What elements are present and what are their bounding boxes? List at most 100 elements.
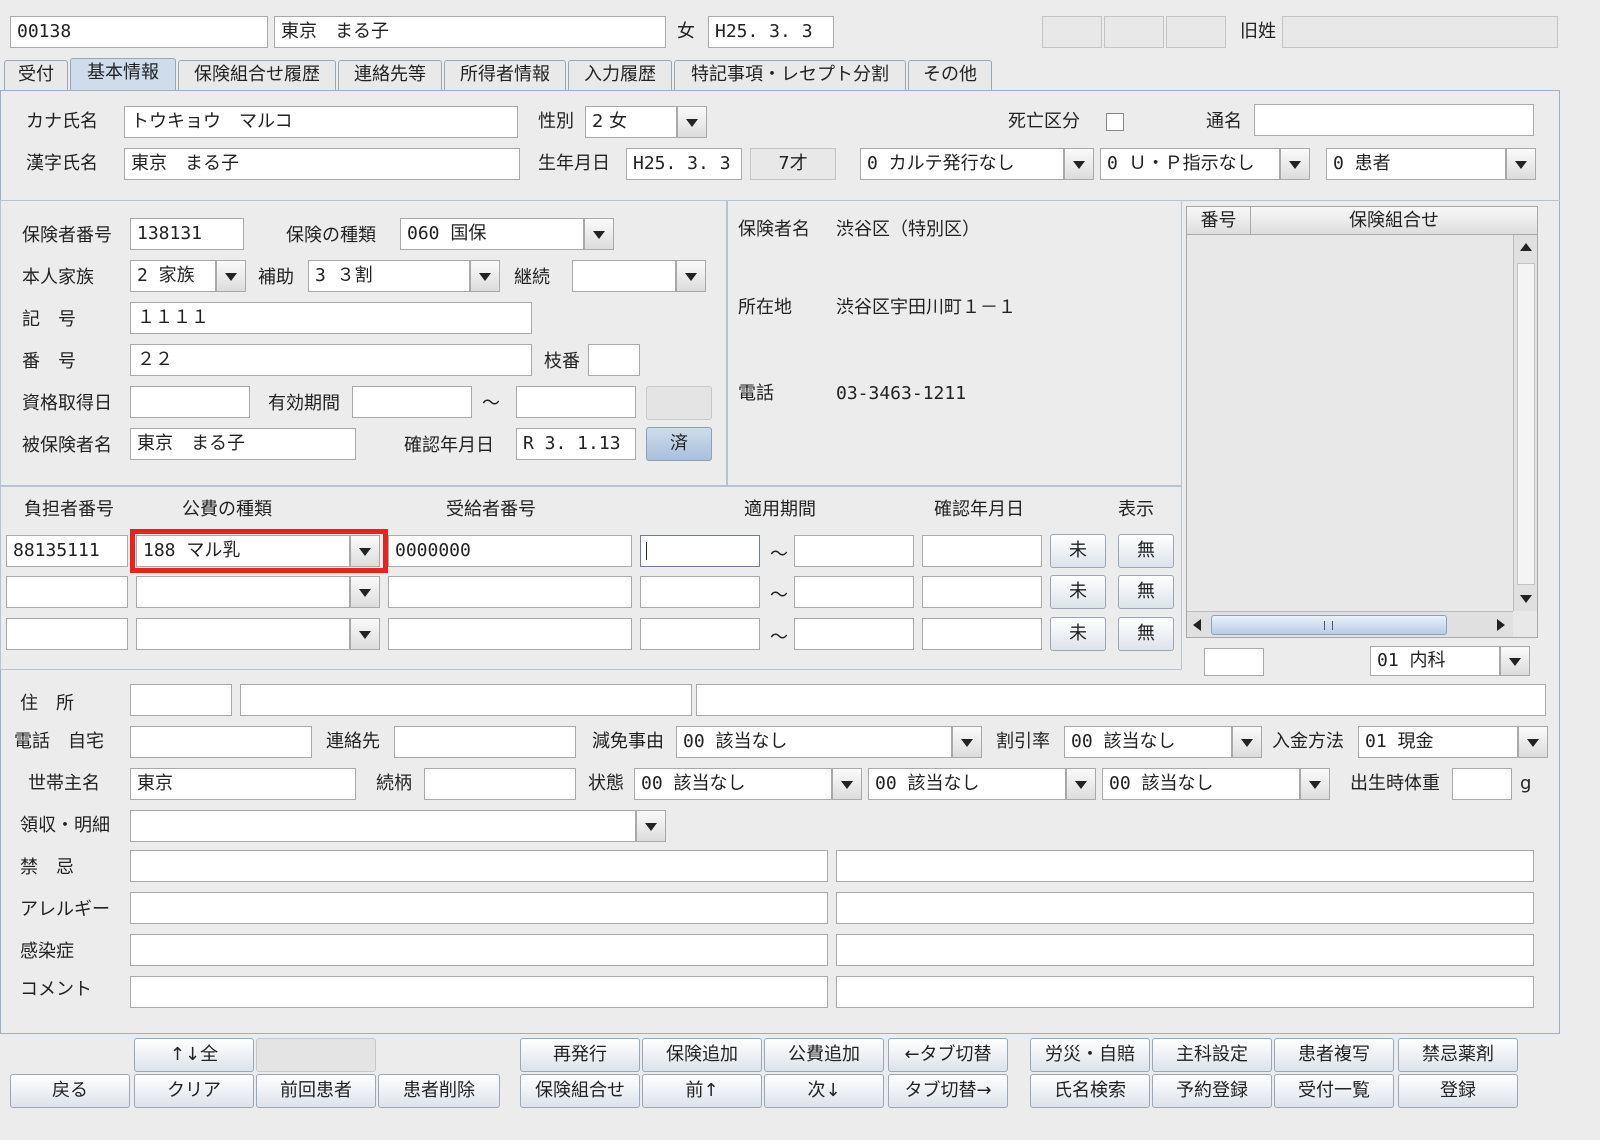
- alias-name-input[interactable]: [1254, 104, 1534, 136]
- tab-switch-right-button[interactable]: タブ切替→: [888, 1074, 1008, 1108]
- contact-input[interactable]: [394, 726, 576, 758]
- scroll-down-icon[interactable]: [1520, 595, 1532, 603]
- tab-other[interactable]: その他: [908, 60, 992, 90]
- patient-id-field[interactable]: 00138: [10, 16, 268, 48]
- acquired-date-input[interactable]: [130, 386, 250, 418]
- tab-notes-receipt[interactable]: 特記事項・レセプト分割: [674, 60, 906, 90]
- chevron-down-icon[interactable]: [1300, 768, 1330, 800]
- tab-switch-left-button[interactable]: ←タブ切替: [888, 1038, 1008, 1072]
- workers-comp-button[interactable]: 労災・自賠: [1030, 1038, 1150, 1072]
- householder-input[interactable]: 東京: [130, 768, 356, 800]
- back-button[interactable]: 戻る: [10, 1074, 130, 1108]
- confirm-done-button[interactable]: 済: [646, 427, 712, 461]
- comment-input-2[interactable]: [836, 976, 1534, 1008]
- recipient-number-input[interactable]: [388, 618, 632, 650]
- kanji-name-input[interactable]: 東京 まる子: [124, 148, 520, 180]
- reservation-button[interactable]: 予約登録: [1152, 1074, 1272, 1108]
- comment-input-1[interactable]: [130, 976, 828, 1008]
- discount-rate-select[interactable]: 00 該当なし: [1064, 726, 1262, 758]
- chevron-down-icon[interactable]: [1518, 726, 1548, 758]
- reissue-button[interactable]: 再発行: [520, 1038, 640, 1072]
- scroll-thumb[interactable]: [1211, 615, 1447, 635]
- tab-reception[interactable]: 受付: [4, 60, 68, 90]
- reduction-reason-select[interactable]: 00 該当なし: [676, 726, 982, 758]
- payer-number-input[interactable]: 88135111: [6, 535, 128, 567]
- chevron-down-icon[interactable]: [350, 576, 380, 608]
- horizontal-scrollbar[interactable]: [1187, 611, 1513, 637]
- chevron-down-icon[interactable]: [1500, 646, 1530, 676]
- symbol-input[interactable]: １１１１: [130, 302, 532, 334]
- chevron-down-icon[interactable]: [952, 726, 982, 758]
- chevron-down-icon[interactable]: [1066, 768, 1096, 800]
- chevron-down-icon[interactable]: [676, 260, 706, 292]
- recipient-number-input[interactable]: [388, 576, 632, 608]
- status-select-1[interactable]: 00 該当なし: [634, 768, 862, 800]
- valid-from-input[interactable]: [352, 386, 472, 418]
- insured-name-input[interactable]: 東京 まる子: [130, 428, 356, 460]
- contraindicated-drugs-button[interactable]: 禁忌薬剤: [1398, 1038, 1518, 1072]
- home-phone-input[interactable]: [130, 726, 312, 758]
- expense-kind-select[interactable]: 188 マル乳: [136, 535, 380, 567]
- taboo-input-1[interactable]: [130, 850, 828, 882]
- clear-button[interactable]: クリア: [134, 1074, 254, 1108]
- tab-insurance-history[interactable]: 保険組合せ履歴: [178, 60, 336, 90]
- register-button[interactable]: 登録: [1398, 1074, 1518, 1108]
- period-to-input[interactable]: [794, 576, 914, 608]
- valid-to-input[interactable]: [516, 386, 636, 418]
- chevron-down-icon[interactable]: [1506, 148, 1536, 180]
- insurance-combination-button[interactable]: 保険組合せ: [520, 1074, 640, 1108]
- address-line2-input[interactable]: [696, 684, 1546, 716]
- delete-patient-button[interactable]: 患者削除: [378, 1074, 500, 1108]
- name-search-button[interactable]: 氏名検索: [1030, 1074, 1150, 1108]
- expense-confirm-input[interactable]: [922, 618, 1042, 650]
- chevron-down-icon[interactable]: [1064, 148, 1094, 180]
- payer-number-input[interactable]: [6, 576, 128, 608]
- confirm-date-input[interactable]: R 3. 1.13: [516, 428, 636, 460]
- chevron-down-icon[interactable]: [636, 810, 666, 842]
- add-public-expense-button[interactable]: 公費追加: [764, 1038, 884, 1072]
- previous-button[interactable]: 前↑: [642, 1074, 762, 1108]
- display-none-button[interactable]: 無: [1118, 617, 1174, 651]
- tab-basic-info[interactable]: 基本情報: [70, 58, 176, 90]
- death-status-checkbox[interactable]: [1106, 113, 1124, 131]
- period-to-input[interactable]: [794, 535, 914, 567]
- scroll-left-icon[interactable]: [1193, 619, 1201, 631]
- birth-weight-input[interactable]: [1452, 768, 1512, 800]
- expense-kind-select[interactable]: [136, 618, 380, 650]
- column-header-number[interactable]: 番号: [1187, 207, 1251, 235]
- chevron-down-icon[interactable]: [216, 260, 246, 292]
- period-from-input[interactable]: [640, 576, 760, 608]
- patient-type-select[interactable]: 0 患者: [1326, 148, 1536, 180]
- expense-confirm-input[interactable]: [922, 576, 1042, 608]
- display-none-button[interactable]: 無: [1118, 534, 1174, 568]
- chevron-down-icon[interactable]: [677, 106, 707, 138]
- number-input[interactable]: ２２: [130, 344, 532, 376]
- main-dept-setting-button[interactable]: 主科設定: [1152, 1038, 1272, 1072]
- insurance-combo-table[interactable]: 番号 保険組合せ: [1186, 206, 1538, 638]
- insurer-number-input[interactable]: 138131: [130, 218, 244, 250]
- birth-date-input[interactable]: H25. 3. 3: [626, 148, 742, 180]
- infection-input-1[interactable]: [130, 934, 828, 966]
- add-insurance-button[interactable]: 保険追加: [642, 1038, 762, 1072]
- column-header-combination[interactable]: 保険組合せ: [1251, 207, 1537, 235]
- period-from-input[interactable]: [640, 618, 760, 650]
- postal-code-input[interactable]: [130, 684, 232, 716]
- status-select-2[interactable]: 00 該当なし: [868, 768, 1096, 800]
- vertical-scrollbar[interactable]: [1513, 235, 1537, 611]
- unconfirmed-button[interactable]: 未: [1050, 575, 1106, 609]
- chevron-down-icon[interactable]: [350, 618, 380, 650]
- taboo-input-2[interactable]: [836, 850, 1534, 882]
- reception-list-button[interactable]: 受付一覧: [1274, 1074, 1394, 1108]
- tab-input-history[interactable]: 入力履歴: [568, 60, 672, 90]
- copy-patient-button[interactable]: 患者複写: [1274, 1038, 1394, 1072]
- address-line1-input[interactable]: [240, 684, 692, 716]
- self-family-select[interactable]: 2 家族: [130, 260, 246, 292]
- chevron-down-icon[interactable]: [1280, 148, 1310, 180]
- tab-income[interactable]: 所得者情報: [444, 60, 566, 90]
- scroll-track[interactable]: [1517, 263, 1535, 585]
- status-select-3[interactable]: 00 該当なし: [1102, 768, 1330, 800]
- chevron-down-icon[interactable]: [350, 535, 380, 567]
- infection-input-2[interactable]: [836, 934, 1534, 966]
- period-to-input[interactable]: [794, 618, 914, 650]
- combo-extra-input[interactable]: [1204, 648, 1264, 676]
